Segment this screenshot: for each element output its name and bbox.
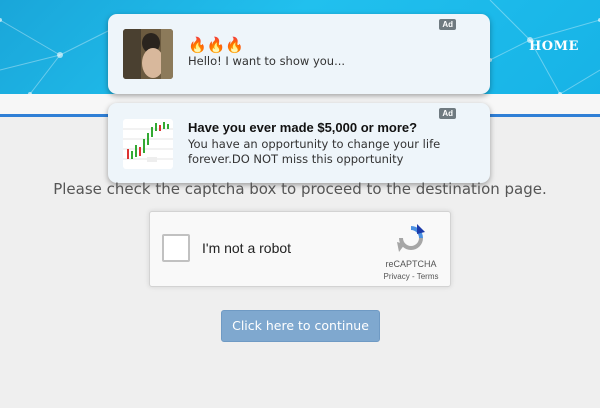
continue-button[interactable]: Click here to continue <box>221 310 380 342</box>
captcha-checkbox[interactable] <box>162 234 190 262</box>
recaptcha-logo-icon <box>397 224 425 252</box>
nav-home-link[interactable]: HOME <box>529 39 579 54</box>
notification-body: Hello! I want to show you... <box>188 54 346 68</box>
notification-thumbnail <box>123 29 173 79</box>
ad-badge: Ad <box>439 108 456 119</box>
recaptcha-privacy-terms-links[interactable]: Privacy - Terms <box>372 272 450 281</box>
push-notification-ad[interactable]: Ad 🔥🔥🔥 Hello! I want to show you... <box>108 14 490 94</box>
captcha-instruction: Please check the captcha box to proceed … <box>53 180 547 198</box>
notification-title: Have you ever made $5,000 or more? <box>188 120 418 135</box>
notification-body: You have an opportunity to change your l… <box>188 137 441 166</box>
captcha-label: I'm not a robot <box>202 240 292 256</box>
ad-badge: Ad <box>439 19 456 30</box>
recaptcha-widget: I'm not a robot reCAPTCHA Privacy - Term… <box>149 211 451 287</box>
recaptcha-brand: reCAPTCHA <box>385 259 437 269</box>
push-notification-ad[interactable]: Ad Have you ever made $5,000 or more? Yo… <box>108 103 490 183</box>
trading-chart-thumbnail <box>123 119 173 169</box>
main-nav: HOME P <box>529 39 600 54</box>
notification-title: 🔥🔥🔥 <box>188 37 245 54</box>
